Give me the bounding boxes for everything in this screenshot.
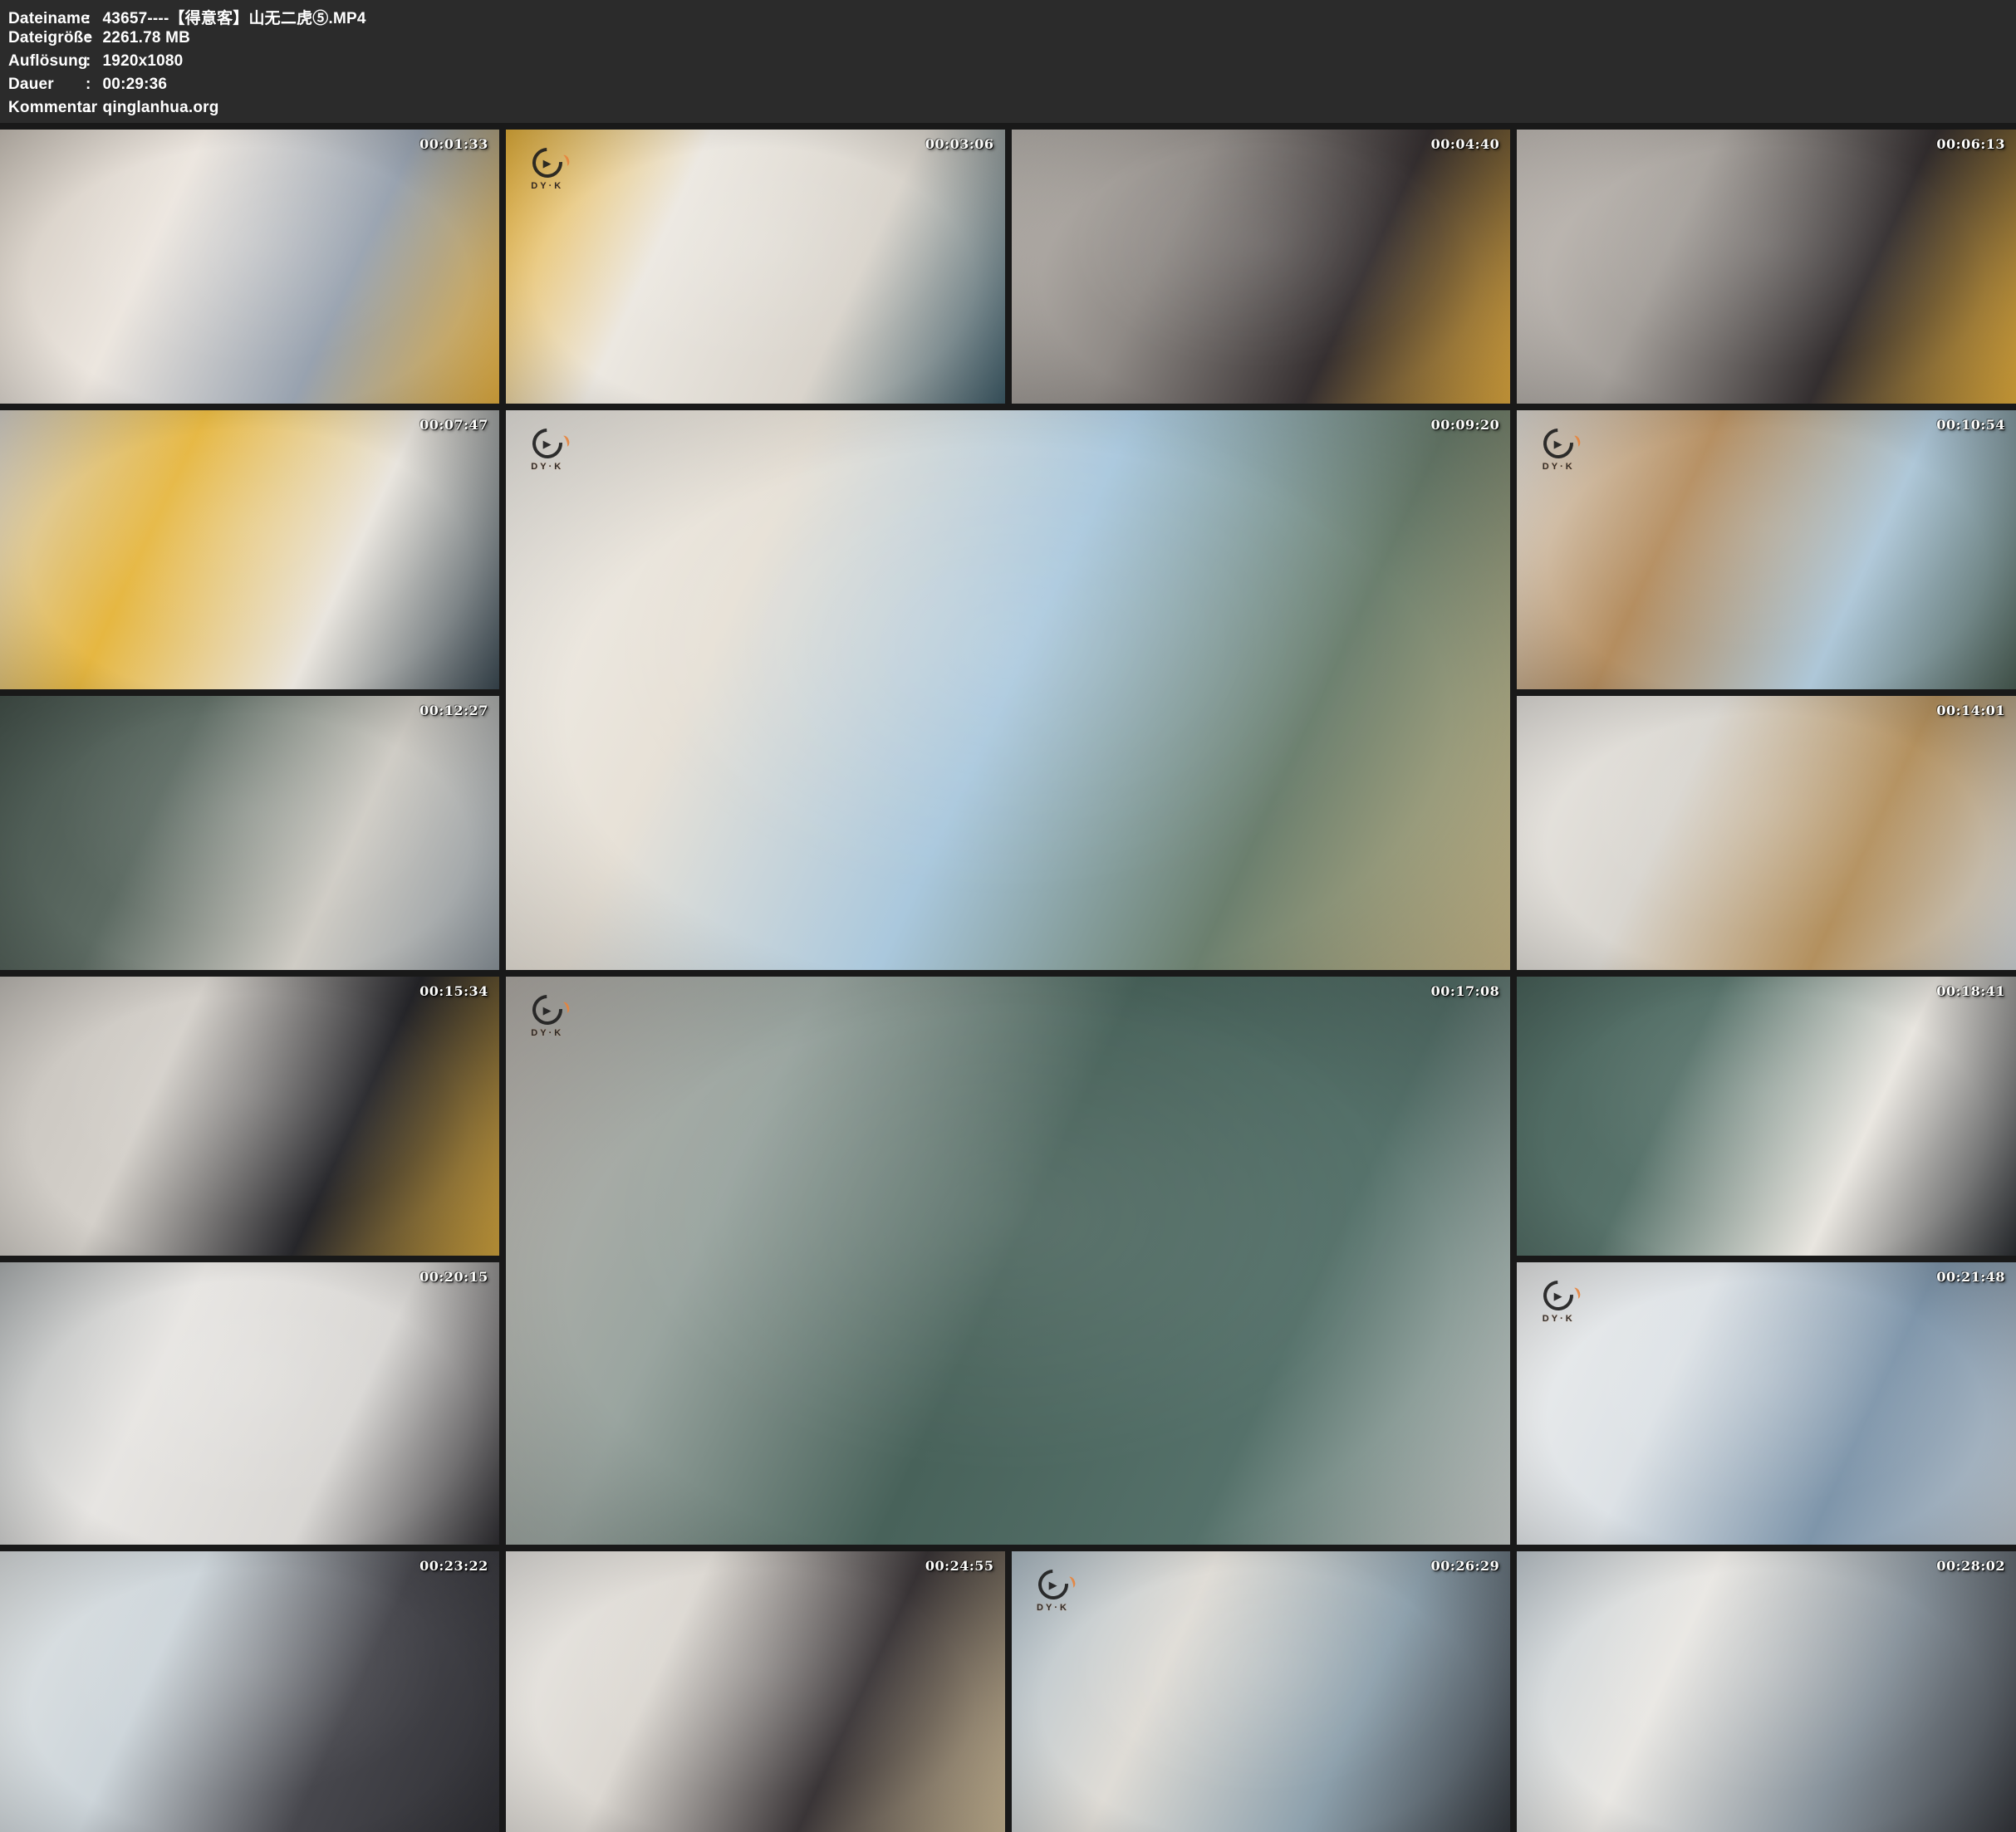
video-thumbnail-9[interactable]: 00:14:01 (1517, 696, 2016, 970)
filename-value: 43657----【得意客】山无二虎⑤.MP4 (103, 6, 366, 28)
metadata-label: Dateigröße (8, 29, 86, 47)
play-circle-icon: ▶ (526, 142, 568, 184)
timestamp-overlay: 00:12:27 (419, 703, 488, 718)
file-metadata-header: Dateiname : 43657----【得意客】山无二虎⑤.MP4 Date… (0, 0, 2016, 123)
dyk-watermark-logo: ▶ DY·K (526, 148, 569, 191)
dyk-watermark-logo: ▶ DY·K (526, 995, 569, 1038)
metadata-row-comment: Kommentar : qinglanhua.org (8, 99, 2016, 122)
comment-value: qinglanhua.org (103, 99, 219, 117)
watermark-label: DY·K (531, 181, 563, 191)
timestamp-overlay: 00:26:29 (1431, 1558, 1500, 1574)
video-thumbnail-7[interactable]: ▶ DY·K 00:10:54 (1517, 410, 2016, 689)
metadata-label: Auflösung (8, 52, 86, 71)
play-triangle-icon: ▶ (1049, 1580, 1057, 1590)
watermark-label: DY·K (1543, 462, 1575, 472)
timestamp-overlay: 00:21:48 (1936, 1269, 2005, 1285)
play-circle-icon: ▶ (526, 423, 568, 465)
metadata-separator: : (86, 52, 91, 71)
video-thumbnail-5[interactable]: 00:07:47 (0, 410, 499, 689)
video-thumbnail-13[interactable]: 00:20:15 (0, 1262, 499, 1545)
video-thumbnail-14[interactable]: ▶ DY·K 00:21:48 (1517, 1262, 2016, 1545)
video-thumbnail-15[interactable]: 00:23:22 (0, 1551, 499, 1832)
timestamp-overlay: 00:01:33 (419, 136, 488, 152)
video-thumbnail-16[interactable]: 00:24:55 (506, 1551, 1005, 1832)
metadata-separator: : (86, 99, 91, 117)
thumbnail-contact-sheet: 00:01:33 ▶ DY·K 00:03:06 00:04:40 00:06:… (0, 130, 2016, 1832)
metadata-label: Kommentar (8, 99, 86, 117)
timestamp-overlay: 00:04:40 (1431, 136, 1500, 152)
watermark-label: DY·K (531, 462, 563, 472)
timestamp-overlay: 00:18:41 (1936, 983, 2005, 999)
dyk-watermark-logo: ▶ DY·K (1032, 1570, 1075, 1613)
dyk-watermark-logo: ▶ DY·K (1537, 1281, 1580, 1324)
metadata-label: Dateiname (8, 10, 86, 28)
play-circle-icon: ▶ (1032, 1564, 1074, 1606)
metadata-row-resolution: Auflösung : 1920x1080 (8, 52, 2016, 76)
metadata-separator: : (86, 76, 91, 94)
orange-accent-icon (559, 1001, 571, 1015)
timestamp-overlay: 00:09:20 (1431, 417, 1500, 433)
timestamp-overlay: 00:28:02 (1936, 1558, 2005, 1574)
timestamp-overlay: 00:23:22 (419, 1558, 488, 1574)
play-triangle-icon: ▶ (1554, 438, 1562, 449)
timestamp-overlay: 00:14:01 (1936, 703, 2005, 718)
timestamp-overlay: 00:15:34 (419, 983, 488, 999)
video-thumbnail-10[interactable]: 00:15:34 (0, 977, 499, 1256)
timestamp-overlay: 00:17:08 (1431, 983, 1500, 999)
dyk-watermark-logo: ▶ DY·K (1537, 429, 1580, 472)
metadata-row-filesize: Dateigröße : 2261.78 MB (8, 29, 2016, 52)
timestamp-overlay: 00:20:15 (419, 1269, 488, 1285)
watermark-label: DY·K (1037, 1603, 1069, 1613)
filesize-value: 2261.78 MB (103, 29, 191, 47)
video-thumbnail-12[interactable]: 00:18:41 (1517, 977, 2016, 1256)
video-thumbnail-6-large[interactable]: ▶ DY·K 00:09:20 (506, 410, 1511, 970)
metadata-separator: : (86, 10, 91, 28)
play-circle-icon: ▶ (1538, 1275, 1580, 1317)
video-thumbnail-8[interactable]: 00:12:27 (0, 696, 499, 970)
video-thumbnail-17[interactable]: ▶ DY·K 00:26:29 (1012, 1551, 1511, 1832)
timestamp-overlay: 00:10:54 (1936, 417, 2005, 433)
video-thumbnail-3[interactable]: 00:04:40 (1012, 130, 1511, 404)
orange-accent-icon (1570, 1286, 1582, 1301)
orange-accent-icon (1570, 434, 1582, 448)
play-triangle-icon: ▶ (543, 1005, 552, 1016)
play-triangle-icon: ▶ (543, 438, 552, 449)
metadata-row-filename: Dateiname : 43657----【得意客】山无二虎⑤.MP4 (8, 6, 2016, 29)
video-thumbnail-18[interactable]: 00:28:02 (1517, 1551, 2016, 1832)
orange-accent-icon (559, 154, 571, 168)
metadata-separator: : (86, 29, 91, 47)
watermark-label: DY·K (531, 1028, 563, 1038)
play-circle-icon: ▶ (526, 989, 568, 1031)
play-triangle-icon: ▶ (543, 158, 552, 169)
timestamp-overlay: 00:03:06 (925, 136, 994, 152)
timestamp-overlay: 00:07:47 (419, 417, 488, 433)
resolution-value: 1920x1080 (103, 52, 184, 71)
video-thumbnail-4[interactable]: 00:06:13 (1517, 130, 2016, 404)
video-thumbnail-2[interactable]: ▶ DY·K 00:03:06 (506, 130, 1005, 404)
orange-accent-icon (559, 434, 571, 448)
metadata-label: Dauer (8, 76, 86, 94)
play-circle-icon: ▶ (1538, 423, 1580, 465)
watermark-label: DY·K (1543, 1314, 1575, 1324)
play-triangle-icon: ▶ (1554, 1291, 1562, 1301)
dyk-watermark-logo: ▶ DY·K (526, 429, 569, 472)
orange-accent-icon (1065, 1575, 1077, 1590)
video-thumbnail-11-large[interactable]: ▶ DY·K 00:17:08 (506, 977, 1511, 1545)
metadata-row-duration: Dauer : 00:29:36 (8, 76, 2016, 99)
duration-value: 00:29:36 (103, 76, 168, 94)
timestamp-overlay: 00:24:55 (925, 1558, 994, 1574)
video-thumbnail-1[interactable]: 00:01:33 (0, 130, 499, 404)
timestamp-overlay: 00:06:13 (1936, 136, 2005, 152)
